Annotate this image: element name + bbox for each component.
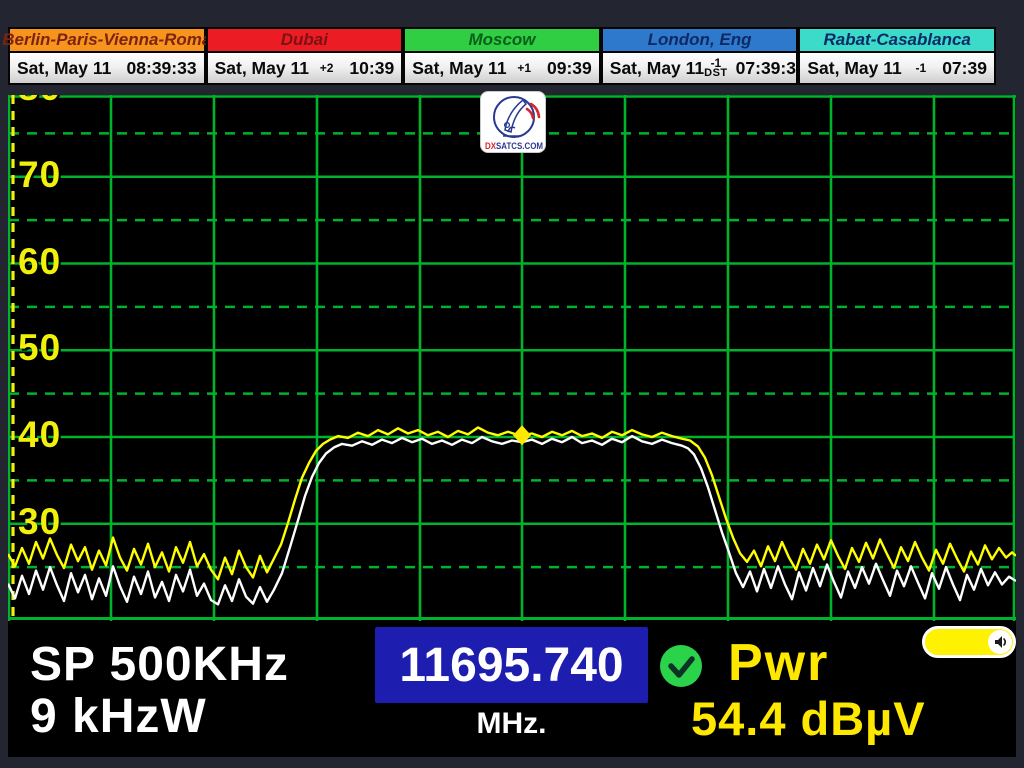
utc-offset: -1 xyxy=(916,63,927,73)
city-band-rabat: Rabat-Casablanca xyxy=(800,29,994,51)
power-value: 54.4 dBµV xyxy=(691,691,926,746)
clock-date: Sat, May 11 xyxy=(807,58,901,79)
city-band-berlin: Berlin-Paris-Vienna-Roma xyxy=(10,29,204,51)
clock-panel-rabat: Rabat-Casablanca Sat, May 11 -1 07:39 xyxy=(798,27,996,85)
y-axis-label-60: 60 xyxy=(18,241,61,283)
trace-yellow xyxy=(8,428,1016,580)
frequency-display[interactable]: 11695.740 xyxy=(375,627,648,703)
clock-panel-dubai: Dubai Sat, May 11 +2 10:39 xyxy=(206,27,404,85)
clock-time: 10:39 xyxy=(349,58,394,79)
signal-meter-screen: { "clocks": [ { "city": "Berlin-Paris-Vi… xyxy=(0,0,1024,768)
dxsatcs-logo: DXSATCS.COM xyxy=(480,91,546,153)
clock-panel-london: London, Eng Sat, May 11 -1 DST 07:39:33 xyxy=(601,27,799,85)
clock-date: Sat, May 11 xyxy=(412,58,506,79)
spectrum-chart: 30 40 50 60 70 80 xyxy=(8,95,1016,621)
clock-panel-berlin: Berlin-Paris-Vienna-Roma Sat, May 11 08:… xyxy=(8,27,206,85)
time-band-berlin: Sat, May 11 08:39:33 xyxy=(10,51,204,83)
time-band-london: Sat, May 11 -1 DST 07:39:33 xyxy=(603,51,797,83)
time-band-rabat: Sat, May 11 -1 07:39 xyxy=(800,51,994,83)
span-setting: SP 500KHz xyxy=(30,637,289,692)
city-band-london: London, Eng xyxy=(603,29,797,51)
clock-time: 09:39 xyxy=(547,58,592,79)
trace-white xyxy=(8,436,1016,604)
clock-date: Sat, May 11 xyxy=(610,58,704,79)
time-band-moscow: Sat, May 11 +1 09:39 xyxy=(405,51,599,83)
clock-time: 08:39:33 xyxy=(127,58,197,79)
y-axis-label-40: 40 xyxy=(18,414,61,456)
world-clocks-bar: Berlin-Paris-Vienna-Roma Sat, May 11 08:… xyxy=(8,27,996,85)
utc-offset: +2 xyxy=(320,63,334,73)
y-axis-label-50: 50 xyxy=(18,327,61,369)
utc-offset: +1 xyxy=(517,63,531,73)
utc-offset-dst: -1 DST xyxy=(704,58,728,78)
logo-text-dx: DX xyxy=(485,141,496,151)
city-band-moscow: Moscow xyxy=(405,29,599,51)
bandwidth-setting: 9 kHzW xyxy=(30,689,207,744)
svg-text:DXSATCS.COM: DXSATCS.COM xyxy=(485,141,543,151)
city-name: Moscow xyxy=(468,30,535,50)
city-name: London, Eng xyxy=(648,30,752,50)
frequency-value: 11695.740 xyxy=(399,638,623,693)
logo-text-satcs: SATCS.COM xyxy=(496,141,543,151)
spectrum-plot-canvas xyxy=(8,95,1016,621)
city-name: Berlin-Paris-Vienna-Roma xyxy=(2,30,211,50)
satellite-dish-icon: DXSATCS.COM xyxy=(481,92,546,153)
toggle-knob-speaker-icon xyxy=(988,630,1012,654)
clock-panel-moscow: Moscow Sat, May 11 +1 09:39 xyxy=(403,27,601,85)
y-axis-label-30: 30 xyxy=(18,501,61,543)
audio-toggle[interactable] xyxy=(922,626,1016,658)
lock-ok-icon xyxy=(658,643,704,689)
clock-time: 07:39:33 xyxy=(736,58,806,79)
power-label: Pwr xyxy=(728,633,829,693)
frequency-unit: MHz. xyxy=(375,707,648,741)
city-name: Dubai xyxy=(281,30,328,50)
clock-time: 07:39 xyxy=(942,58,987,79)
y-axis-label-70: 70 xyxy=(18,154,61,196)
time-band-dubai: Sat, May 11 +2 10:39 xyxy=(208,51,402,83)
city-name: Rabat-Casablanca xyxy=(823,30,970,50)
readout-panel: SP 500KHz 9 kHzW 11695.740 MHz. Pwr 54.4… xyxy=(8,621,1016,757)
clock-date: Sat, May 11 xyxy=(17,58,111,79)
city-band-dubai: Dubai xyxy=(208,29,402,51)
y-axis-label-80: 80 xyxy=(18,95,61,109)
clock-date: Sat, May 11 xyxy=(215,58,309,79)
